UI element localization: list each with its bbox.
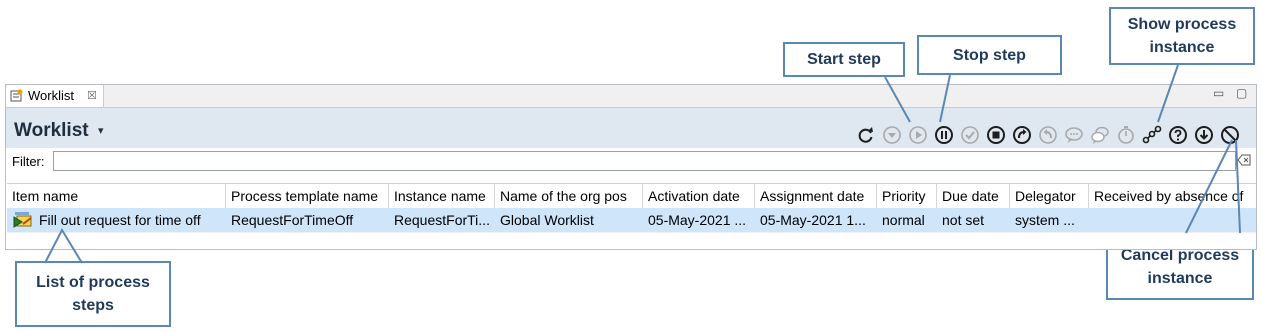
maximize-icon[interactable]: ▢ [1236,86,1247,100]
return-icon[interactable] [1038,125,1058,145]
tab-worklist-label: Worklist [28,88,74,103]
table-header: Item name Process template name Instance… [7,184,1256,208]
column-header[interactable]: Item name [7,184,226,208]
callout-list-of-steps: List of process steps [15,261,171,327]
worklist-view: Worklist ☒ ▭ ▢ Worklist ▾ Filter: Item n… [5,84,1257,250]
terminate-step-icon[interactable] [986,125,1006,145]
callout-show-process-instance-line1: Show process [1127,16,1237,33]
complete-step-icon[interactable] [960,125,980,145]
filter-label: Filter: [12,154,45,169]
cell-assignment-date: 05-May-2021 1... [760,212,866,228]
callout-show-process-instance: Show process instance [1109,7,1255,65]
empty-row [7,232,1256,253]
callout-cancel-process-instance-line2: instance [1147,269,1213,287]
column-header[interactable]: Received by absence of [1089,184,1256,208]
column-header[interactable]: Name of the org pos [495,184,643,208]
view-tabbar: Worklist ☒ ▭ ▢ [6,85,1256,108]
callout-list-of-steps-line2: steps [72,297,114,314]
callout-stop-step: Stop step [917,35,1062,75]
filter-row: Filter: [6,149,1256,175]
column-header[interactable]: Due date [937,184,1010,208]
cell-activation-date: 05-May-2021 ... [648,212,747,228]
filter-input[interactable] [53,151,1236,171]
callout-show-process-instance-line2: instance [1149,39,1215,56]
start-step-icon[interactable] [908,125,928,145]
worklist-table: Item name Process template name Instance… [7,183,1256,253]
timer-icon[interactable] [1116,125,1136,145]
cell-process-template: RequestForTimeOff [231,212,354,228]
callout-list-of-steps-line1: List of process [36,274,150,291]
close-icon[interactable]: ☒ [87,85,97,107]
column-header[interactable]: Instance name [389,184,495,208]
column-header[interactable]: Delegator [1010,184,1089,208]
discussion-icon[interactable] [1090,125,1110,145]
refresh-icon[interactable] [856,125,876,145]
chevron-down-icon[interactable]: ▾ [98,124,104,137]
download-icon[interactable] [1194,125,1214,145]
cell-instance-name: RequestForTi... [394,212,490,228]
cell-priority: normal [882,212,925,228]
cell-received-by [1089,208,1256,232]
callout-start-step-text: Start step [807,51,881,68]
comment-icon[interactable] [1064,125,1084,145]
move-down-icon[interactable] [882,125,902,145]
stop-step-icon[interactable] [934,125,954,145]
column-header[interactable]: Activation date [643,184,755,208]
process-step-icon [13,212,32,228]
cell-due-date: not set [942,212,985,228]
clear-filter-icon[interactable] [1237,154,1251,166]
column-header[interactable]: Process template name [226,184,389,208]
column-header[interactable]: Assignment date [755,184,877,208]
column-header[interactable]: Priority [877,184,937,208]
cancel-process-instance-icon[interactable] [1220,125,1240,145]
callout-stop-step-text: Stop step [953,46,1026,64]
forward-icon[interactable] [1012,125,1032,145]
help-icon[interactable] [1168,125,1188,145]
page-title: Worklist [14,120,89,141]
show-process-instance-icon[interactable] [1142,125,1162,145]
minimize-icon[interactable]: ▭ [1213,86,1224,100]
callout-start-step: Start step [783,42,905,77]
cell-delegator: system ... [1015,212,1075,228]
cell-item-name: Fill out request for time off [39,212,201,228]
worklist-icon [10,89,23,102]
table-row[interactable]: Fill out request for time off RequestFor… [7,208,1256,232]
tab-worklist[interactable]: Worklist ☒ [6,85,104,107]
cell-org-pos: Global Worklist [500,212,594,228]
